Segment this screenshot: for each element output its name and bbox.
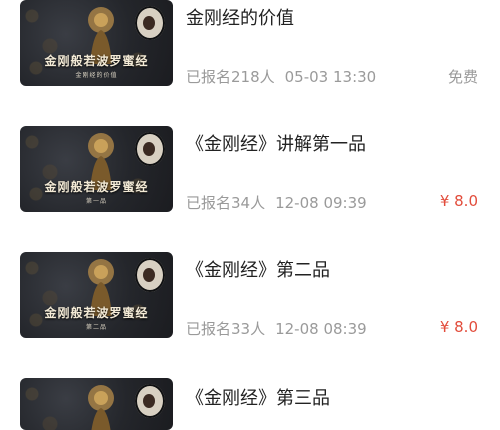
thumbnail-subtitle: 金刚经的价值: [75, 72, 118, 79]
course-list-item[interactable]: 金刚般若波罗蜜经 第一品 《金刚经》讲解第一品 已报名34人 12-08 09:3…: [0, 126, 500, 236]
thumbnail-subtitle: 第一品: [85, 198, 107, 205]
enrolled-count: 已报名34人: [186, 194, 266, 212]
course-list-item[interactable]: 金刚般若波罗蜜经 第二品 《金刚经》第二品 已报名33人 12-08 08:39 …: [0, 252, 500, 362]
price-label: ¥ 8.0: [439, 318, 478, 336]
course-list-item[interactable]: 《金刚经》第三品: [0, 378, 500, 430]
course-thumbnail[interactable]: 金刚般若波罗蜜经 第二品: [20, 252, 173, 338]
course-title[interactable]: 《金刚经》第二品: [186, 256, 330, 282]
course-datetime: 05-03 13:30: [284, 68, 377, 86]
course-title[interactable]: 金刚经的价值: [186, 4, 294, 30]
course-list-item[interactable]: 金刚般若波罗蜜经 金刚经的价值 金刚经的价值 已报名218人 05-03 13:3…: [0, 0, 500, 110]
course-datetime: 12-08 08:39: [275, 320, 367, 338]
price-label: 免费: [447, 68, 478, 86]
teacher-portrait-avatar: [135, 384, 165, 418]
course-title[interactable]: 《金刚经》讲解第一品: [186, 130, 366, 156]
course-thumbnail[interactable]: 金刚般若波罗蜜经 金刚经的价值: [20, 0, 173, 86]
thumbnail-title: 金刚般若波罗蜜经: [44, 180, 149, 194]
course-title[interactable]: 《金刚经》第三品: [186, 384, 330, 410]
course-meta: 已报名33人 12-08 08:39: [186, 318, 367, 339]
course-datetime: 12-08 09:39: [275, 194, 367, 212]
course-meta: 已报名34人 12-08 09:39: [186, 192, 367, 213]
price-label: ¥ 8.0: [439, 192, 478, 210]
teacher-portrait-avatar: [135, 132, 165, 166]
buddha-figure-icon: [88, 385, 114, 430]
thumbnail-title: 金刚般若波罗蜜经: [44, 54, 149, 68]
enrolled-count: 已报名33人: [186, 320, 266, 338]
thumbnail-subtitle: 第二品: [85, 324, 107, 331]
course-thumbnail[interactable]: 金刚般若波罗蜜经 第一品: [20, 126, 173, 212]
thumbnail-title: 金刚般若波罗蜜经: [44, 306, 149, 320]
teacher-portrait-avatar: [135, 6, 165, 40]
course-thumbnail[interactable]: [20, 378, 173, 430]
teacher-portrait-avatar: [135, 258, 165, 292]
course-meta: 已报名218人 05-03 13:30: [186, 66, 376, 87]
enrolled-count: 已报名218人: [186, 68, 275, 86]
course-list: 金刚般若波罗蜜经 金刚经的价值 金刚经的价值 已报名218人 05-03 13:3…: [0, 0, 500, 430]
